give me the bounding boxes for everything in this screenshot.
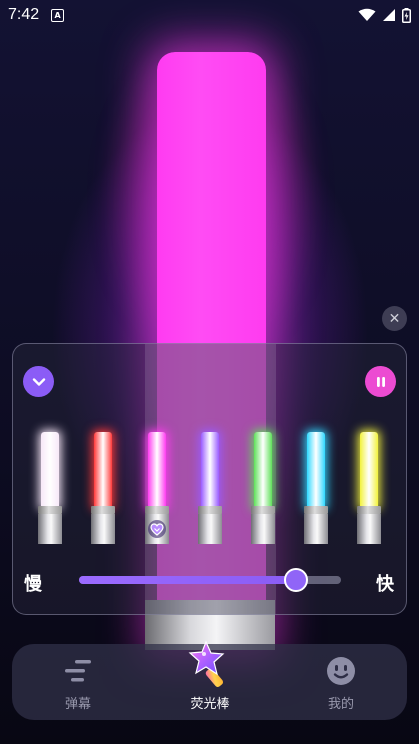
color-stick-white[interactable]: [38, 432, 62, 544]
color-stick-yellow[interactable]: [357, 432, 381, 544]
stick-cap: [145, 506, 169, 514]
status-bar: 7:42 A: [0, 0, 419, 30]
pause-button[interactable]: [365, 366, 396, 397]
stick-base: [198, 514, 222, 544]
color-stick-purple[interactable]: [198, 432, 222, 544]
danmaku-icon: [63, 655, 93, 687]
wifi-icon: [358, 8, 376, 21]
stick-tube: [94, 432, 112, 508]
color-stick-red[interactable]: [91, 432, 115, 544]
speed-fast-label: 快: [376, 574, 394, 595]
stick-base: [251, 514, 275, 544]
nav-label-glowstick: 荧光棒: [190, 697, 230, 712]
status-right: [358, 7, 411, 23]
close-button[interactable]: ✕: [382, 306, 407, 331]
battery-icon: [402, 7, 411, 23]
close-icon: ✕: [388, 310, 401, 327]
nav-item-glowstick[interactable]: 荧光棒: [160, 640, 260, 720]
stick-tube: [307, 432, 325, 508]
stick-tube: [41, 432, 59, 508]
nav-item-mine[interactable]: 我的: [291, 644, 391, 720]
glowstick-icon: [184, 640, 236, 689]
stick-base: [357, 514, 381, 544]
stick-cap: [357, 506, 381, 514]
speed-slider-fill: [79, 576, 297, 584]
speed-slider[interactable]: [79, 568, 341, 592]
smiley-icon: [326, 655, 356, 687]
speed-slow-label: 慢: [24, 574, 42, 595]
stick-base: [304, 514, 328, 544]
nav-label-danmaku: 弹幕: [64, 697, 91, 712]
stick-base: [38, 514, 62, 544]
stick-cap: [91, 506, 115, 514]
color-sticks-row: [13, 432, 406, 544]
color-stick-green[interactable]: [251, 432, 275, 544]
stick-tube: [254, 432, 272, 508]
stick-base: [91, 514, 115, 544]
speed-slider-thumb[interactable]: [284, 568, 309, 592]
stick-tube: [360, 432, 378, 508]
stick-tube: [201, 432, 219, 508]
stick-cap: [251, 506, 275, 514]
nav-label-mine: 我的: [327, 697, 354, 712]
chevron-down-icon: [32, 377, 45, 386]
stick-cap: [198, 506, 222, 514]
pause-icon: [376, 376, 385, 387]
collapse-button[interactable]: [23, 366, 54, 397]
nav-item-danmaku[interactable]: 弹幕: [28, 644, 128, 720]
bottom-nav: 弹幕 荧光棒 我的: [12, 640, 407, 720]
control-panel: 慢 快: [12, 343, 407, 615]
stick-tube: [148, 432, 166, 508]
signal-icon: [383, 9, 395, 21]
status-time: 7:42: [8, 6, 40, 23]
selected-heart-icon: [148, 520, 166, 538]
status-left: 7:42 A: [8, 6, 65, 24]
stick-cap: [38, 506, 62, 514]
stick-cap: [304, 506, 328, 514]
color-stick-cyan[interactable]: [304, 432, 328, 544]
color-stick-magenta[interactable]: [145, 432, 169, 544]
notification-icon: A: [51, 8, 65, 22]
